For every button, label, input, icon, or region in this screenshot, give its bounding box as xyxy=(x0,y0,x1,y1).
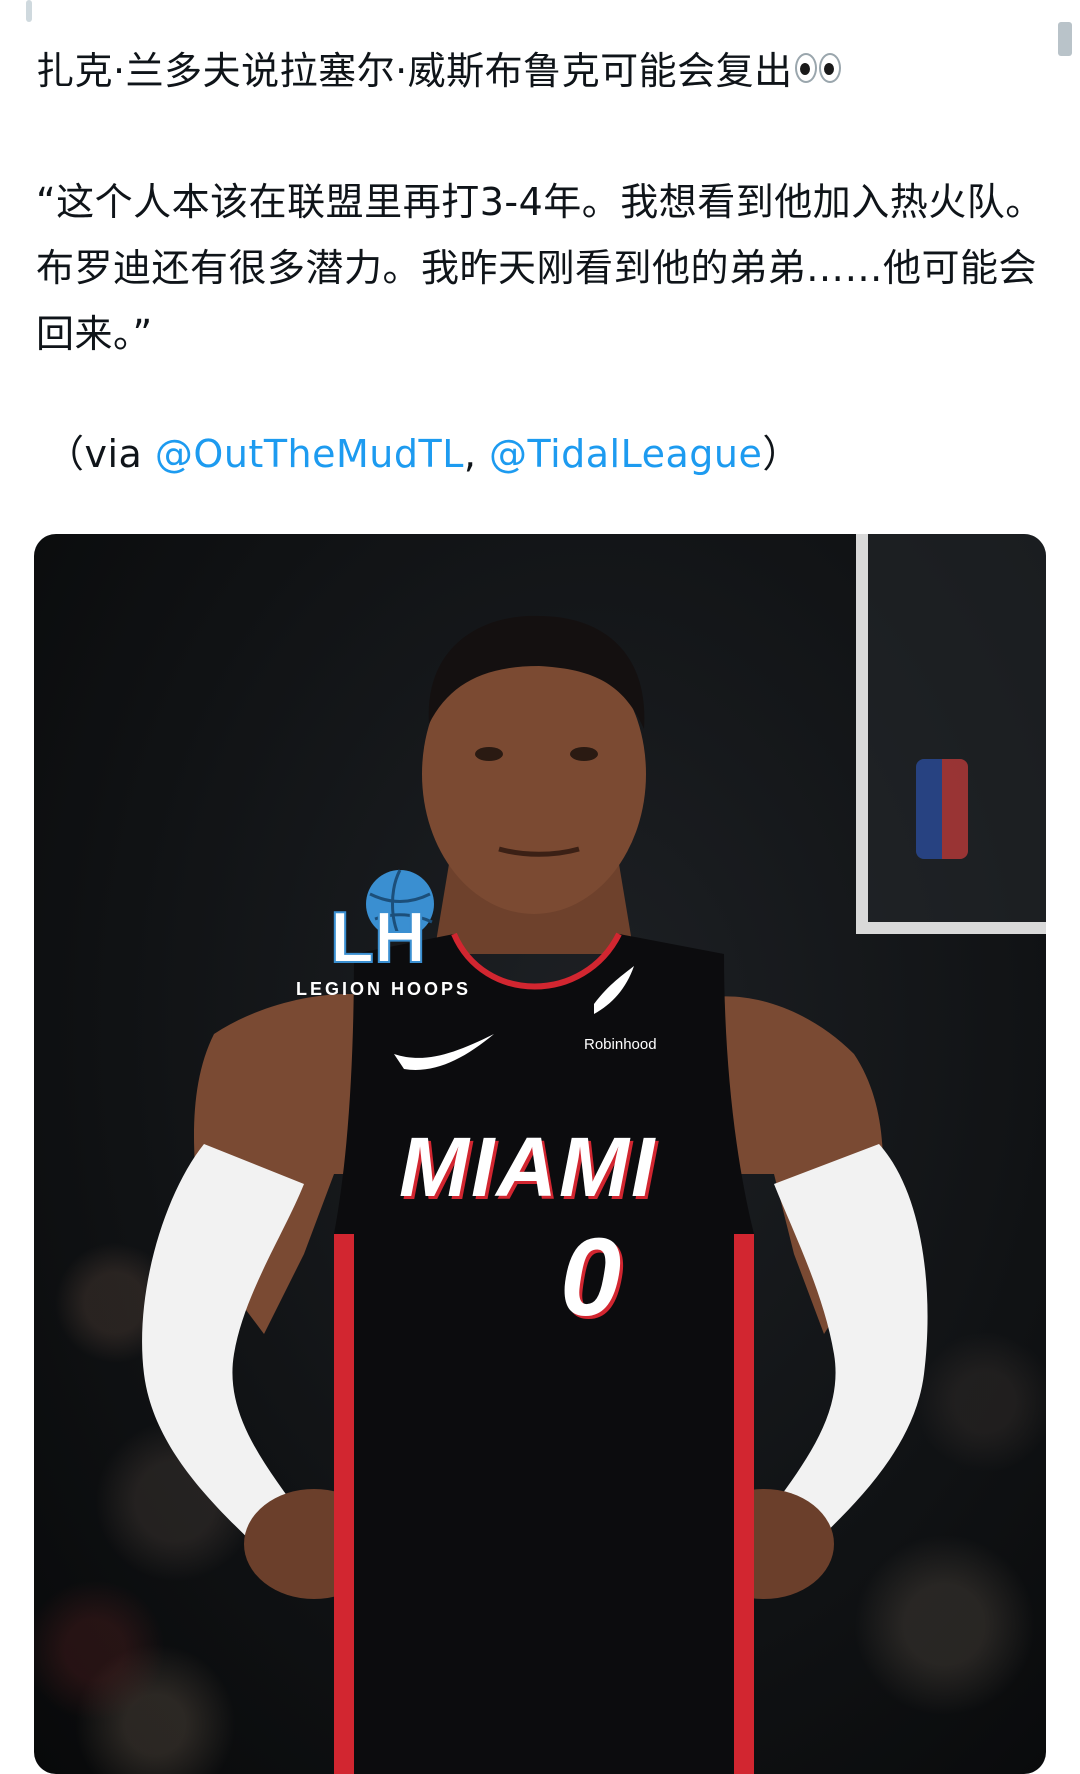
via-open: （via xyxy=(46,431,155,476)
mention-link-outthemudtl[interactable]: @OutTheMudTL xyxy=(155,432,464,476)
jersey-number: 0 xyxy=(560,1216,622,1339)
tweet-via: （via @OutTheMudTL, @TidalLeague） xyxy=(36,421,1046,487)
scrollbar-thumb[interactable] xyxy=(1058,22,1072,56)
scrollbar-top-left xyxy=(26,0,32,22)
jersey-team-name: MIAMI xyxy=(399,1120,657,1214)
basketball-logo-icon: LH xyxy=(330,869,434,968)
jersey-sponsor: Robinhood xyxy=(584,1036,657,1053)
svg-text:LH: LH xyxy=(330,898,426,968)
tweet-quote: “这个人本该在联盟里再打3-4年。我想看到他加入热火队。布罗迪还有很多潜力。我昨… xyxy=(36,179,1044,356)
mention-link-tidalleague[interactable]: @TidalLeague xyxy=(489,432,762,476)
eyes-icon xyxy=(794,37,843,103)
tweet-title: 扎克·兰多夫说拉塞尔·威斯布鲁克可能会复出 xyxy=(36,38,1046,107)
tweet-title-text: 扎克·兰多夫说拉塞尔·威斯布鲁克可能会复出 xyxy=(36,49,793,93)
via-close: ） xyxy=(762,431,801,476)
logo-text: LEGION HOOPS xyxy=(296,979,472,999)
tweet-image[interactable]: Robinhood MIAMI 0 LH LEGION HOOPS xyxy=(34,534,1046,1774)
tweet-text: 扎克·兰多夫说拉塞尔·威斯布鲁克可能会复出 “这个人本该在联盟里再打3-4年。我… xyxy=(36,38,1046,487)
via-separator: , xyxy=(463,431,490,476)
